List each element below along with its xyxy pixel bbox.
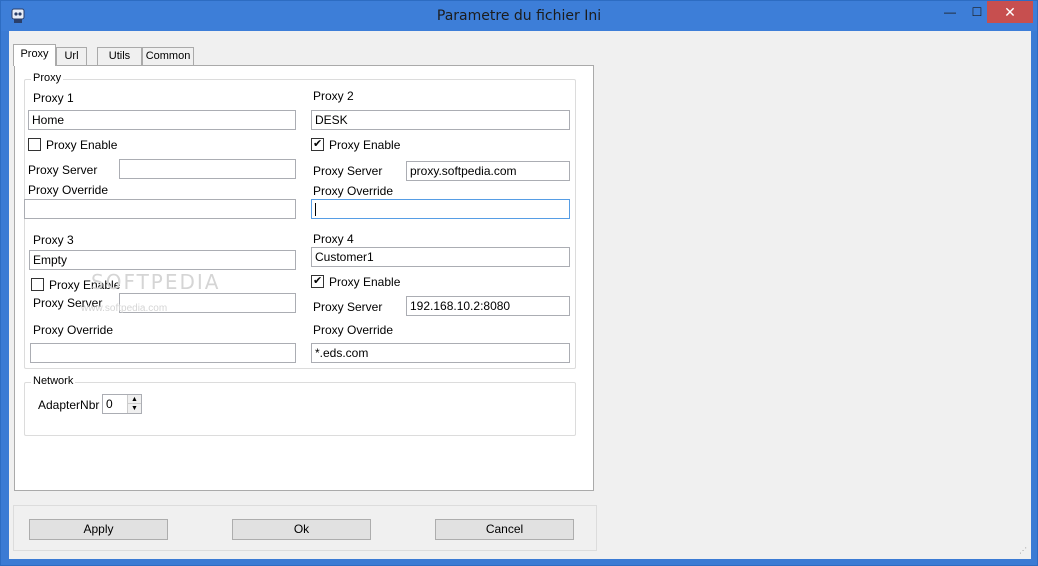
proxy1-heading: Proxy 1: [33, 91, 74, 105]
proxy1-override-input[interactable]: [24, 199, 296, 219]
window-title: Parametre du fichier Ini: [436, 8, 602, 24]
proxy4-server-label: Proxy Server: [313, 300, 383, 314]
proxy2-heading: Proxy 2: [313, 89, 354, 103]
proxy2-name-input[interactable]: DESK: [311, 110, 570, 130]
proxy4-override-input[interactable]: *.eds.com: [311, 343, 570, 363]
proxy3-enable-label: Proxy Enable: [49, 278, 121, 292]
proxy3-server-input[interactable]: [119, 293, 296, 313]
proxy1-enable-checkbox[interactable]: [28, 138, 41, 151]
proxy4-server-input[interactable]: 192.168.10.2:8080: [406, 296, 570, 316]
tab-url[interactable]: Url: [56, 47, 87, 66]
proxy2-enable-label: Proxy Enable: [329, 138, 401, 152]
proxy1-name-input[interactable]: Home: [28, 110, 296, 130]
apply-button[interactable]: Apply: [29, 519, 168, 540]
proxy-tab-panel: Proxy Proxy 1 Home Proxy Enable Proxy Se…: [14, 65, 594, 491]
network-group-legend: Network: [31, 375, 76, 387]
stepper-down-icon[interactable]: ▼: [128, 404, 141, 413]
ok-button[interactable]: Ok: [232, 519, 371, 540]
title-bar[interactable]: Parametre du fichier Ini — ☐ ✕: [1, 1, 1037, 31]
minimize-button[interactable]: —: [936, 1, 964, 23]
client-area: Proxy Url Utils Common Proxy Proxy 1 Hom…: [9, 31, 1031, 559]
adapter-nbr-label: AdapterNbr: [38, 398, 100, 412]
stepper-buttons: ▲ ▼: [127, 395, 141, 413]
proxy3-override-label: Proxy Override: [33, 323, 114, 337]
adapter-nbr-value: 0: [106, 397, 113, 411]
resize-grip-icon[interactable]: ⋰: [1019, 547, 1029, 557]
proxy4-enable-label: Proxy Enable: [329, 275, 401, 289]
close-button[interactable]: ✕: [987, 1, 1033, 23]
proxy1-server-input[interactable]: [119, 159, 296, 179]
proxy2-server-label: Proxy Server: [313, 164, 383, 178]
tab-proxy[interactable]: Proxy: [13, 44, 56, 66]
proxy4-override-label: Proxy Override: [313, 323, 394, 337]
proxy4-name-input[interactable]: Customer1: [311, 247, 570, 267]
stepper-up-icon[interactable]: ▲: [128, 395, 141, 404]
proxy3-name-input[interactable]: Empty: [29, 250, 296, 270]
text-caret: [315, 203, 316, 217]
proxy3-enable-checkbox[interactable]: [31, 278, 44, 291]
proxy3-server-label: Proxy Server: [33, 296, 103, 310]
proxy2-override-label: Proxy Override: [313, 184, 394, 198]
proxy2-override-input[interactable]: [311, 199, 570, 219]
proxy2-server-input[interactable]: proxy.softpedia.com: [406, 161, 570, 181]
proxy4-heading: Proxy 4: [313, 232, 354, 246]
tab-common[interactable]: Common: [142, 47, 194, 66]
proxy4-enable-checkbox[interactable]: [311, 275, 324, 288]
proxy2-enable-checkbox[interactable]: [311, 138, 324, 151]
tab-utils[interactable]: Utils: [97, 47, 142, 66]
button-panel: Apply Ok Cancel: [13, 505, 597, 551]
adapter-nbr-stepper[interactable]: 0 ▲ ▼: [102, 394, 142, 414]
proxy1-override-label: Proxy Override: [28, 183, 109, 197]
proxy3-heading: Proxy 3: [33, 233, 74, 247]
cancel-button[interactable]: Cancel: [435, 519, 574, 540]
proxy1-enable-label: Proxy Enable: [46, 138, 118, 152]
proxy1-server-label: Proxy Server: [28, 163, 98, 177]
proxy-group-legend: Proxy: [31, 72, 64, 84]
proxy3-override-input[interactable]: [30, 343, 296, 363]
app-window: Parametre du fichier Ini — ☐ ✕ Proxy Url…: [0, 0, 1038, 566]
